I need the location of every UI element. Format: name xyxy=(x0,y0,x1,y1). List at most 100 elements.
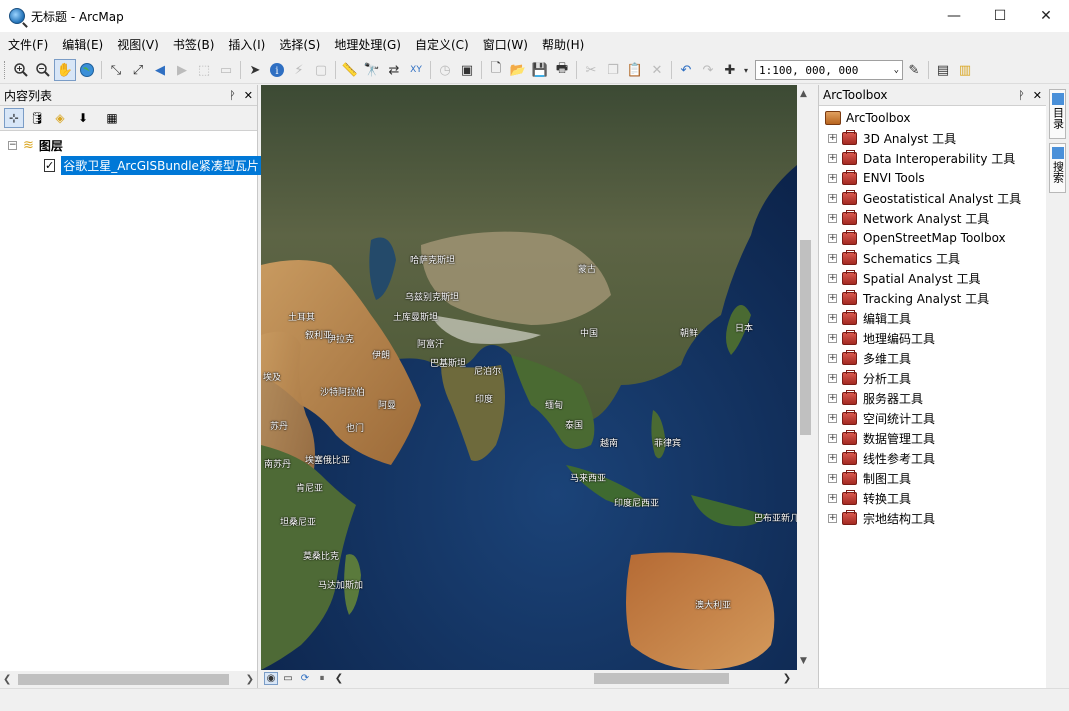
collapse-icon[interactable]: − xyxy=(8,140,17,150)
expand-icon[interactable]: + xyxy=(828,133,837,143)
scroll-left-icon[interactable]: ❮ xyxy=(3,674,11,685)
toc-scroll-thumb[interactable] xyxy=(18,674,229,685)
expand-icon[interactable]: + xyxy=(828,393,837,403)
toc-close-icon[interactable]: ✕ xyxy=(244,89,253,102)
list-by-visibility-icon[interactable]: ◈ xyxy=(50,108,70,128)
zoom-out-icon[interactable] xyxy=(32,59,54,81)
select-features-icon[interactable]: ⬚ xyxy=(193,59,215,81)
list-by-selection-icon[interactable]: ⬇ xyxy=(73,108,93,128)
expand-icon[interactable]: + xyxy=(828,413,837,423)
layer-row[interactable]: ✓ 谷歌卫星_ArcGISBundle紧凑型瓦片 xyxy=(8,155,261,175)
fixed-zoom-in-icon[interactable]: ⤡ xyxy=(105,59,127,81)
toolbox-item[interactable]: + Schematics 工具 xyxy=(819,248,1046,268)
expand-icon[interactable]: + xyxy=(828,373,837,383)
map-scale-combobox[interactable]: 1:100, 000, 000 ⌄ xyxy=(755,60,903,80)
scroll-left-icon[interactable]: ❮ xyxy=(332,672,346,685)
back-arrow-icon[interactable]: ◀ xyxy=(149,59,171,81)
map-view[interactable]: 俄罗斯哈萨克斯坦蒙古乌兹别克斯坦土库曼斯坦中国朝鲜日本伊朗阿富汗伊拉克土耳其叙利… xyxy=(261,85,797,670)
toolbox-item[interactable]: + 空间统计工具 xyxy=(819,408,1046,428)
toolbox-item[interactable]: + 编辑工具 xyxy=(819,308,1046,328)
toolbox-item[interactable]: + Geostatistical Analyst 工具 xyxy=(819,188,1046,208)
expand-icon[interactable]: + xyxy=(828,333,837,343)
toolbox-item[interactable]: + 转换工具 xyxy=(819,488,1046,508)
toolbox-item[interactable]: + 地理编码工具 xyxy=(819,328,1046,348)
toolbox-item[interactable]: + 多维工具 xyxy=(819,348,1046,368)
expand-icon[interactable]: + xyxy=(828,513,837,523)
toolbar-grip[interactable] xyxy=(4,61,7,79)
print-icon[interactable]: 🖶 xyxy=(551,59,573,81)
toolbox-item[interactable]: + Network Analyst 工具 xyxy=(819,208,1046,228)
expand-icon[interactable]: + xyxy=(828,153,837,163)
catalog-side-tab[interactable]: 目录 xyxy=(1049,89,1066,139)
find-route-icon[interactable]: ⇄ xyxy=(383,59,405,81)
copy-icon[interactable]: ❐ xyxy=(602,59,624,81)
toolbox-close-icon[interactable]: ✕ xyxy=(1033,89,1042,102)
paste-icon[interactable]: 📋 xyxy=(624,59,646,81)
expand-icon[interactable]: + xyxy=(828,433,837,443)
catalog-window-icon[interactable]: ▥ xyxy=(954,59,976,81)
measure-icon[interactable]: 📏 xyxy=(339,59,361,81)
toolbox-item[interactable]: + 宗地结构工具 xyxy=(819,508,1046,528)
fixed-zoom-out-icon[interactable]: ⤢ xyxy=(127,59,149,81)
list-by-source-icon[interactable]: 🛢 xyxy=(27,108,47,128)
map-hscroll-thumb[interactable] xyxy=(594,673,729,684)
html-popup-icon[interactable]: ▢ xyxy=(310,59,332,81)
menu-view[interactable]: 视图(V) xyxy=(111,36,165,53)
refresh-icon[interactable]: ⟳ xyxy=(298,672,312,685)
menu-bookmarks[interactable]: 书签(B) xyxy=(167,36,221,53)
scroll-down-icon[interactable]: ▼ xyxy=(800,656,807,666)
toolbox-item[interactable]: + 服务器工具 xyxy=(819,388,1046,408)
expand-icon[interactable]: + xyxy=(828,193,837,203)
go-to-xy-icon[interactable]: XY xyxy=(405,59,427,81)
scroll-right-icon[interactable]: ❯ xyxy=(246,674,254,685)
expand-icon[interactable]: + xyxy=(828,313,837,323)
map-vertical-scrollbar[interactable]: ▲ ▼ xyxy=(797,85,814,670)
time-slider-icon[interactable]: ◷ xyxy=(434,59,456,81)
create-viewer-window-icon[interactable]: ▣ xyxy=(456,59,478,81)
expand-icon[interactable]: + xyxy=(828,213,837,223)
delete-icon[interactable]: ✕ xyxy=(646,59,668,81)
cut-icon[interactable]: ✂ xyxy=(580,59,602,81)
save-icon[interactable]: 💾 xyxy=(529,59,551,81)
menu-windows[interactable]: 窗口(W) xyxy=(477,36,534,53)
toc-horizontal-scrollbar[interactable]: ❮ ❯ xyxy=(0,671,257,688)
menu-help[interactable]: 帮助(H) xyxy=(536,36,590,53)
layer-visibility-checkbox[interactable]: ✓ xyxy=(44,158,56,172)
toolbox-item[interactable]: + 分析工具 xyxy=(819,368,1046,388)
clear-selection-icon[interactable]: ▭ xyxy=(215,59,237,81)
toolbox-item[interactable]: +3D Analyst 工具 xyxy=(819,128,1046,148)
maximize-button[interactable]: ☐ xyxy=(977,0,1023,32)
list-by-drawing-order-icon[interactable]: ⊹ xyxy=(4,108,24,128)
expand-icon[interactable]: + xyxy=(828,273,837,283)
hyperlink-icon[interactable]: ⚡ xyxy=(288,59,310,81)
layer-name[interactable]: 谷歌卫星_ArcGISBundle紧凑型瓦片 xyxy=(61,155,261,175)
minimize-button[interactable]: — xyxy=(931,0,977,32)
expand-icon[interactable]: + xyxy=(828,293,837,303)
expand-icon[interactable]: + xyxy=(828,233,837,243)
map-vscroll-thumb[interactable] xyxy=(800,240,811,435)
pause-drawing-icon[interactable]: ⏸ xyxy=(315,672,329,685)
menu-file[interactable]: 文件(F) xyxy=(2,36,54,53)
expand-icon[interactable]: + xyxy=(828,173,837,183)
select-elements-arrow-icon[interactable]: ➤ xyxy=(244,59,266,81)
toolbox-item[interactable]: + 数据管理工具 xyxy=(819,428,1046,448)
menu-selection[interactable]: 选择(S) xyxy=(273,36,326,53)
toolbox-item[interactable]: + OpenStreetMap Toolbox xyxy=(819,228,1046,248)
scroll-right-icon[interactable]: ❯ xyxy=(780,672,794,685)
menu-edit[interactable]: 编辑(E) xyxy=(56,36,109,53)
toc-options-icon[interactable]: ▦ xyxy=(102,108,122,128)
add-data-icon[interactable]: ✚ xyxy=(719,59,741,81)
close-button[interactable]: ✕ xyxy=(1023,0,1069,32)
full-extent-globe-icon[interactable] xyxy=(76,59,98,81)
menu-geoprocessing[interactable]: 地理处理(G) xyxy=(328,36,407,53)
pin-icon[interactable]: ᚹ xyxy=(1018,89,1025,102)
expand-icon[interactable]: + xyxy=(828,453,837,463)
zoom-in-icon[interactable] xyxy=(10,59,32,81)
toolbox-item[interactable]: + Spatial Analyst 工具 xyxy=(819,268,1046,288)
layout-view-icon[interactable]: ▭ xyxy=(281,672,295,685)
menu-insert[interactable]: 插入(I) xyxy=(222,36,271,53)
toolbox-item[interactable]: + 线性参考工具 xyxy=(819,448,1046,468)
undo-icon[interactable]: ↶ xyxy=(675,59,697,81)
table-of-contents-window-icon[interactable]: ▤ xyxy=(932,59,954,81)
expand-icon[interactable]: + xyxy=(828,353,837,363)
